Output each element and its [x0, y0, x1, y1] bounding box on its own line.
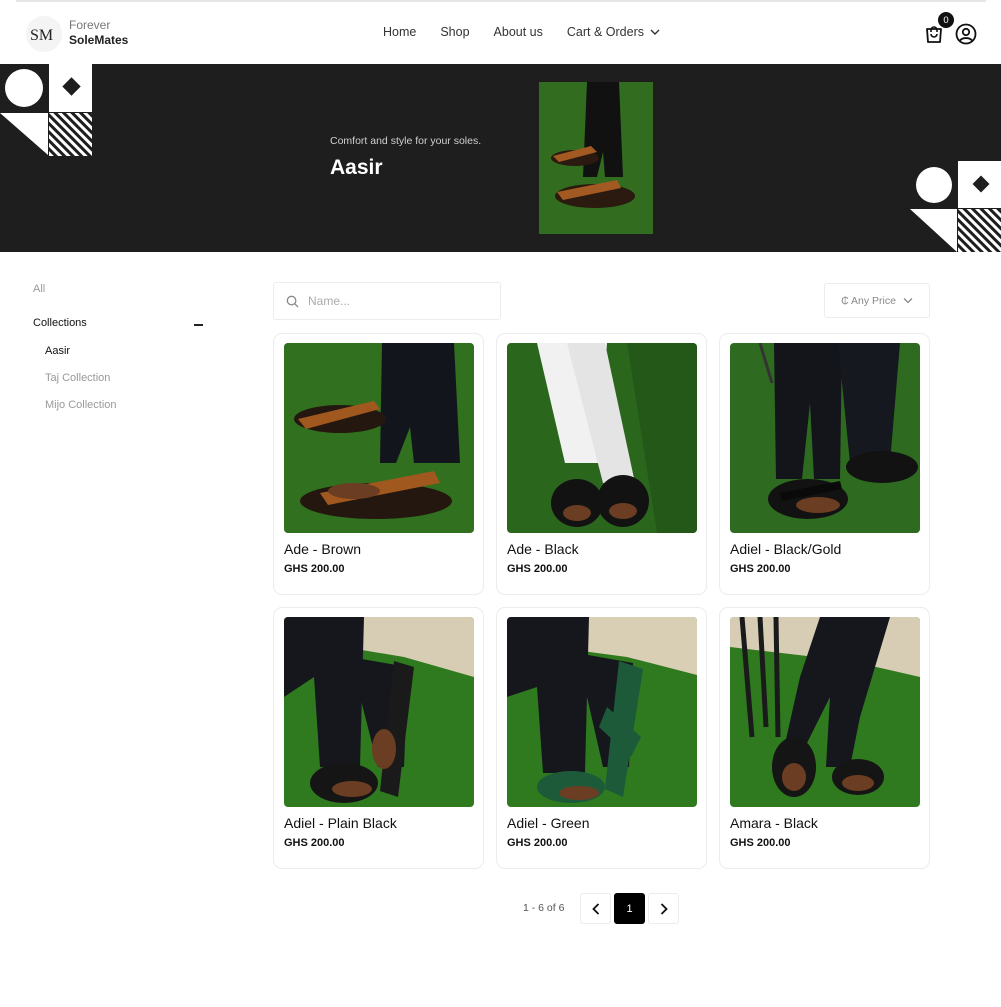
sm-monogram-logo[interactable]: SM	[26, 16, 62, 52]
product-image	[507, 617, 697, 807]
nav-about-us[interactable]: About us	[494, 25, 543, 39]
product-card[interactable]: Adiel - Black/Gold GHS 200.00	[719, 333, 930, 595]
product-price: GHS 200.00	[507, 563, 568, 575]
product-name: Amara - Black	[730, 815, 818, 831]
hero-banner: Comfort and style for your soles. Aasir	[0, 64, 1001, 252]
product-name: Ade - Black	[507, 541, 579, 557]
cart-count-badge: 0	[938, 12, 954, 28]
brand-line-2: SoleMates	[69, 33, 129, 47]
collections-toggle[interactable]: Collections	[33, 317, 208, 329]
collection-item-mijo[interactable]: Mijo Collection	[33, 399, 208, 411]
product-image	[730, 343, 920, 533]
price-filter-dropdown[interactable]: ₵ Any Price	[824, 283, 930, 318]
page-button-current[interactable]: 1	[614, 893, 645, 924]
product-price: GHS 200.00	[730, 563, 791, 575]
chevron-down-icon	[650, 29, 660, 35]
product-image	[284, 343, 474, 533]
geometric-decoration-right	[910, 161, 1001, 252]
product-image	[730, 617, 920, 807]
product-price: GHS 200.00	[284, 837, 345, 849]
product-card[interactable]: Adiel - Green GHS 200.00	[496, 607, 707, 869]
prev-page-button[interactable]	[580, 893, 611, 924]
product-name: Adiel - Green	[507, 815, 590, 831]
nav-home[interactable]: Home	[383, 25, 416, 39]
collections-sidebar: All Collections Aasir Taj Collection Mij…	[33, 283, 208, 426]
collapse-minus-icon	[194, 324, 203, 326]
product-card[interactable]: Amara - Black GHS 200.00	[719, 607, 930, 869]
product-price: GHS 200.00	[284, 563, 345, 575]
product-name: Ade - Brown	[284, 541, 362, 557]
hero-product-image	[539, 82, 653, 234]
product-name: Adiel - Plain Black	[284, 815, 397, 831]
next-page-button[interactable]	[648, 893, 679, 924]
search-box	[273, 282, 501, 320]
price-filter-label: ₵ Any Price	[841, 294, 896, 307]
hero-tagline: Comfort and style for your soles.	[330, 135, 482, 147]
nav-shop[interactable]: Shop	[440, 25, 469, 39]
user-circle-icon[interactable]	[954, 22, 978, 46]
filter-all[interactable]: All	[33, 283, 208, 295]
chevron-down-icon	[903, 298, 913, 304]
product-price: GHS 200.00	[507, 837, 568, 849]
chevron-left-icon	[591, 902, 599, 915]
collections-label: Collections	[33, 317, 87, 329]
product-image	[507, 343, 697, 533]
hero-title: Aasir	[330, 156, 383, 179]
product-card[interactable]: Ade - Black GHS 200.00	[496, 333, 707, 595]
collection-item-aasir[interactable]: Aasir	[33, 345, 208, 357]
nav-cart-orders-label: Cart & Orders	[566, 25, 644, 39]
search-icon	[286, 295, 299, 308]
chevron-right-icon	[660, 902, 668, 915]
svg-text:SM: SM	[30, 27, 53, 44]
product-card[interactable]: Ade - Brown GHS 200.00	[273, 333, 484, 595]
nav-cart-orders[interactable]: Cart & Orders	[567, 25, 660, 39]
pagination-summary: 1 - 6 of 6	[523, 902, 565, 914]
collection-item-taj[interactable]: Taj Collection	[33, 372, 208, 384]
product-price: GHS 200.00	[730, 837, 791, 849]
geometric-decoration-left	[0, 64, 92, 156]
brand-line-1: Forever	[69, 18, 111, 32]
product-name: Adiel - Black/Gold	[730, 541, 842, 557]
product-card[interactable]: Adiel - Plain Black GHS 200.00	[273, 607, 484, 869]
brand-name[interactable]: Forever SoleMates	[69, 18, 128, 48]
product-image	[284, 617, 474, 807]
search-input[interactable]	[308, 294, 478, 308]
main-nav: Home Shop About us Cart & Orders	[383, 25, 684, 39]
site-header: SM Forever SoleMates Home Shop About us …	[0, 2, 1001, 64]
